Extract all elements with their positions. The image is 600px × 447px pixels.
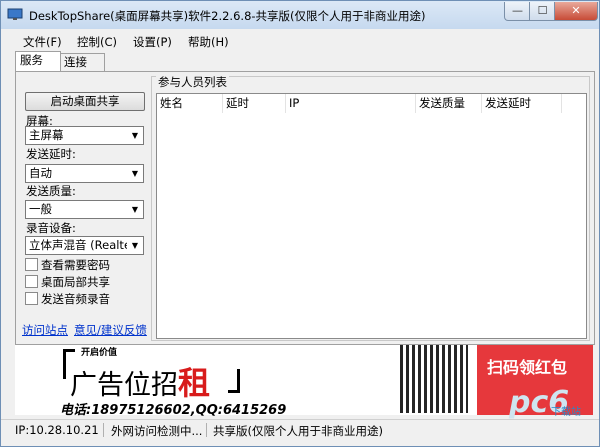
monitor-icon <box>7 8 23 20</box>
status-network: 外网访问检测中... <box>111 424 203 438</box>
service-panel: 启动桌面共享 屏幕: 主屏幕 ▼ 发送延时: 自动 ▼ 发送质量: 一般 ▼ 录… <box>15 71 595 345</box>
chevron-down-icon: ▼ <box>131 205 139 214</box>
ad-headline: 广告位招租 <box>70 364 211 402</box>
participants-list[interactable]: 姓名 延时 IP 发送质量 发送延时 <box>156 93 587 339</box>
maximize-button[interactable]: ☐ <box>529 2 556 21</box>
quality-select[interactable]: 一般 ▼ <box>25 200 144 219</box>
close-button[interactable]: ✕ <box>554 2 598 21</box>
delay-select[interactable]: 自动 ▼ <box>25 164 144 183</box>
chevron-down-icon: ▼ <box>131 169 139 178</box>
menu-file[interactable]: 文件(F) <box>23 34 62 50</box>
qr-code <box>400 345 468 413</box>
column-ip[interactable]: IP <box>286 94 416 113</box>
column-delay[interactable]: 延时 <box>223 94 286 113</box>
title-bar: DeskTopShare(桌面屏幕共享)软件2.2.6.8-共享版(仅限个人用于… <box>1 1 599 29</box>
screen-select[interactable]: 主屏幕 ▼ <box>25 126 144 145</box>
start-share-button[interactable]: 启动桌面共享 <box>25 92 145 111</box>
quality-label: 发送质量: <box>26 184 76 198</box>
status-edition: 共享版(仅限个人用于非商业用途) <box>213 424 383 438</box>
column-send-quality[interactable]: 发送质量 <box>416 94 482 113</box>
tab-connect[interactable]: 连接 <box>59 53 105 71</box>
minimize-button[interactable]: — <box>504 2 531 21</box>
watermark-caption: 下载站 <box>551 407 581 418</box>
ad-banner[interactable]: 开启价值 广告位招租 电话:18975126602,QQ:6415269 扫码领… <box>15 345 593 418</box>
audio-device-label: 录音设备: <box>26 221 76 235</box>
chevron-down-icon: ▼ <box>131 241 139 250</box>
ad-tagline: 开启价值 <box>81 348 118 358</box>
chevron-down-icon: ▼ <box>131 131 139 140</box>
feedback-link[interactable]: 意见/建议反馈 <box>74 322 147 338</box>
delay-label: 发送延时: <box>26 147 76 161</box>
visit-site-link[interactable]: 访问站点 <box>22 322 68 338</box>
app-window: DeskTopShare(桌面屏幕共享)软件2.2.6.8-共享版(仅限个人用于… <box>0 0 600 447</box>
menu-settings[interactable]: 设置(P) <box>133 34 172 50</box>
tab-service[interactable]: 服务 <box>15 51 61 71</box>
audio-device-select[interactable]: 立体声混音 (Realte ▼ <box>25 236 144 255</box>
status-bar: IP:10.28.10.21 外网访问检测中... 共享版(仅限个人用于非商业用… <box>1 419 599 440</box>
window-title: DeskTopShare(桌面屏幕共享)软件2.2.6.8-共享版(仅限个人用于… <box>29 9 426 23</box>
menu-control[interactable]: 控制(C) <box>77 34 117 50</box>
menu-help[interactable]: 帮助(H) <box>188 34 229 50</box>
status-ip: IP:10.28.10.21 <box>15 423 99 437</box>
participants-title: 参与人员列表 <box>156 74 229 90</box>
column-name[interactable]: 姓名 <box>157 94 223 113</box>
ad-contact: 电话:18975126602,QQ:6415269 <box>60 403 287 418</box>
column-send-delay[interactable]: 发送延时 <box>482 94 562 113</box>
participants-group: 参与人员列表 姓名 延时 IP 发送质量 发送延时 <box>151 74 590 341</box>
